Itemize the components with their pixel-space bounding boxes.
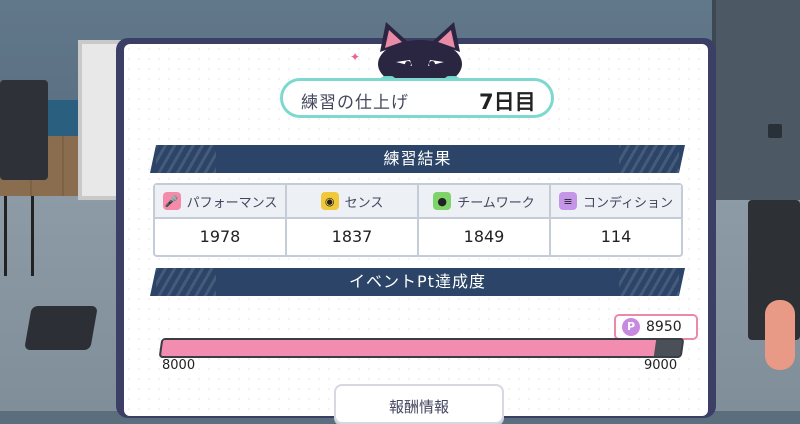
cat-mascot-icon bbox=[378, 22, 462, 86]
stat-performance: 🎤 パフォーマンス 1978 bbox=[155, 185, 287, 255]
results-title: 練習結果 bbox=[383, 149, 452, 168]
stats-table: 🎤 パフォーマンス 1978 ◉ センス 1837 ● チームワーク 1849 … bbox=[153, 183, 683, 257]
stat-value: 114 bbox=[600, 227, 632, 246]
stat-value: 1978 bbox=[199, 227, 241, 246]
sparkle-icon: ✦ bbox=[350, 50, 361, 64]
stat-label: センス bbox=[344, 195, 384, 211]
stat-value: 1849 bbox=[463, 227, 505, 246]
tripod bbox=[4, 196, 34, 276]
stat-label: パフォーマンス bbox=[186, 195, 278, 211]
banner-stripe-left bbox=[156, 145, 216, 173]
results-banner: 練習結果 bbox=[150, 145, 685, 173]
event-progress-fill bbox=[160, 340, 657, 356]
day-label: 7日目 bbox=[479, 90, 536, 114]
reward-info-button[interactable]: 報酬情報 bbox=[334, 384, 504, 424]
condition-icon: ≡ bbox=[558, 192, 577, 210]
stat-label: チームワーク bbox=[457, 195, 535, 211]
floor-amp bbox=[24, 306, 98, 350]
banner-stripe-right bbox=[619, 268, 679, 296]
stat-header: ≡ コンディション bbox=[551, 185, 681, 219]
stat-label: コンディション bbox=[582, 195, 674, 211]
stat-header: ● チームワーク bbox=[419, 185, 549, 219]
guitar bbox=[765, 300, 795, 370]
progress-max-label: 9000 bbox=[644, 358, 678, 373]
event-progress-bar bbox=[158, 338, 685, 358]
banner-stripe-left bbox=[156, 268, 216, 296]
door bbox=[712, 0, 800, 200]
stat-value: 1837 bbox=[331, 227, 373, 246]
stat-teamwork: ● チームワーク 1849 bbox=[419, 185, 551, 255]
speaker bbox=[0, 80, 48, 180]
teamwork-icon: ● bbox=[433, 192, 452, 210]
stat-condition: ≡ コンディション 114 bbox=[551, 185, 681, 255]
event-point-badge: P 8950 bbox=[614, 314, 698, 340]
door-knob bbox=[768, 124, 782, 138]
stat-header: 🎤 パフォーマンス bbox=[155, 185, 285, 219]
progress-min-label: 8000 bbox=[162, 358, 196, 373]
stat-sense: ◉ センス 1837 bbox=[287, 185, 419, 255]
stat-header: ◉ センス bbox=[287, 185, 417, 219]
title-pill: 練習の仕上げ 7日目 bbox=[280, 78, 554, 118]
event-point-value: 8950 bbox=[646, 319, 682, 335]
sense-icon: ◉ bbox=[320, 192, 339, 210]
event-title: イベントPt達成度 bbox=[349, 272, 486, 291]
title-label: 練習の仕上げ bbox=[301, 93, 409, 113]
event-point-icon: P bbox=[622, 318, 640, 336]
banner-stripe-right bbox=[619, 145, 679, 173]
microphone-icon: 🎤 bbox=[162, 192, 181, 210]
event-banner: イベントPt達成度 bbox=[150, 268, 685, 296]
